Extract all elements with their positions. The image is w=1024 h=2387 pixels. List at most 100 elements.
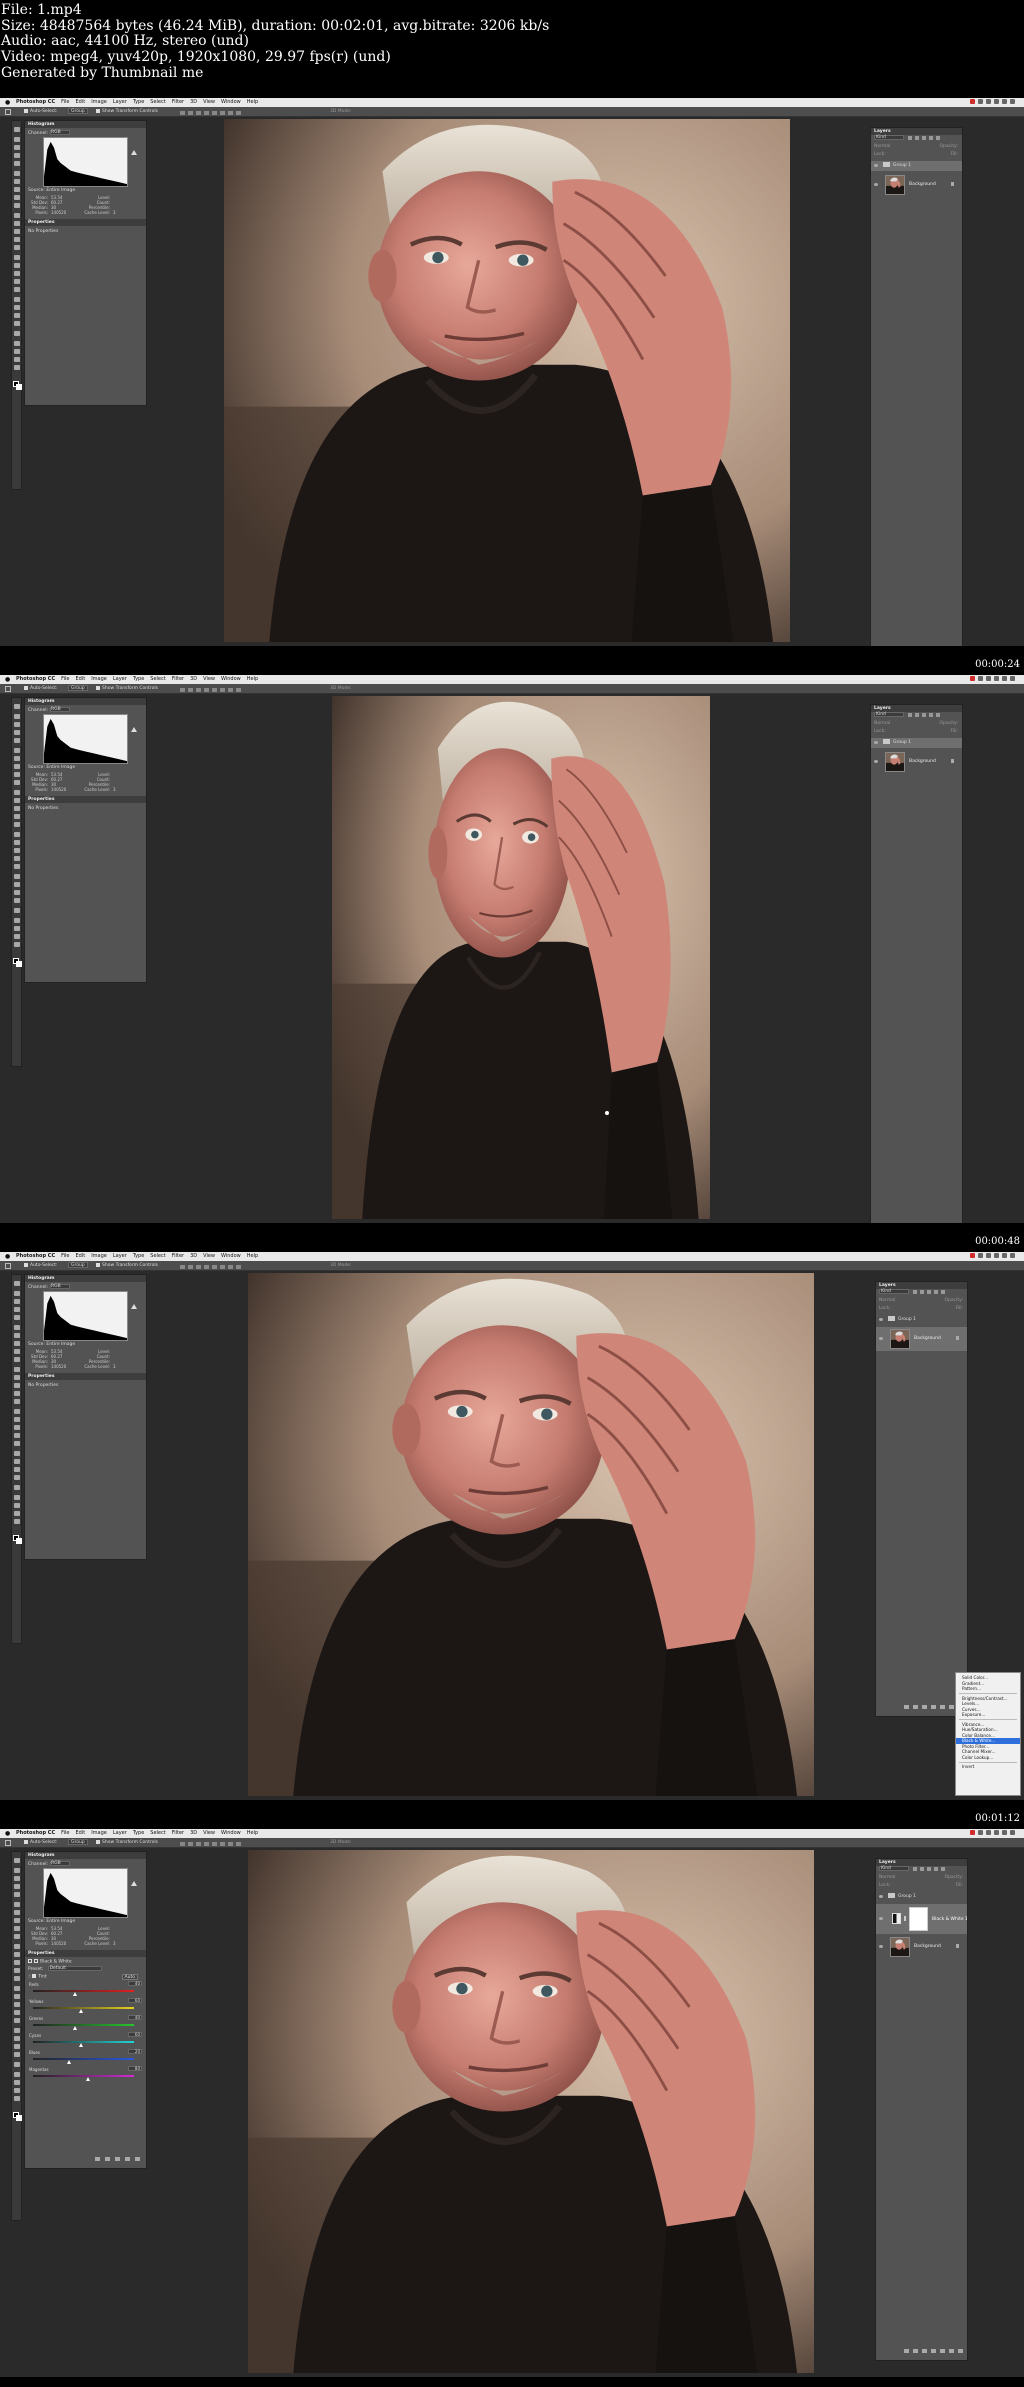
menu-layer[interactable]: Layer [113,99,127,105]
filter-pixel-icon[interactable] [908,712,913,717]
path-select-tool-icon[interactable] [14,1417,20,1422]
new-layer-icon[interactable] [949,1705,954,1709]
marquee-tool-icon[interactable] [14,1291,20,1296]
healing-tool-icon[interactable] [14,1910,20,1915]
align-bottom-icon[interactable] [196,688,201,692]
distribute-h-icon[interactable] [236,1265,241,1269]
crop-tool-icon[interactable] [14,1315,20,1320]
blend-mode-dropdown[interactable]: Normal [874,721,890,726]
align-bottom-icon[interactable] [196,1842,201,1846]
source-value[interactable]: Entire Image [46,188,75,193]
menu-view[interactable]: View [203,676,215,682]
properties-tab[interactable]: Properties [25,1373,146,1380]
tray-menu-icon[interactable] [1010,676,1015,681]
hand-tool-icon[interactable] [14,279,20,284]
layer-name[interactable]: Background [909,759,936,764]
tray-record-icon[interactable] [970,1830,975,1835]
filter-pixel-icon[interactable] [908,135,913,140]
brush-tool-icon[interactable] [14,1918,20,1923]
tray-wifi-icon[interactable] [978,99,983,104]
quick-select-tool-icon[interactable] [14,730,20,735]
tray-spotlight-icon[interactable] [1002,1830,1007,1835]
align-middle-icon[interactable] [188,688,193,692]
filter-type-icon[interactable] [922,135,927,140]
extra4-tool-icon[interactable] [14,942,20,947]
eye-icon[interactable] [874,183,878,186]
layer-row-group[interactable]: Group 1 [871,161,962,171]
properties-tab[interactable]: Properties [25,796,146,803]
auto-button[interactable]: Auto [121,1974,138,1980]
trash-icon[interactable] [135,2157,140,2161]
new-adjustment-icon[interactable] [931,2349,936,2353]
edit-toolbar-tool-icon[interactable] [14,874,20,879]
note-tool-icon[interactable] [14,321,20,326]
adjustment-menu-item[interactable]: Exposure... [956,1712,1020,1718]
filter-pixel-icon[interactable] [913,1866,918,1871]
move-tool-icon[interactable] [14,704,20,709]
menu-select[interactable]: Select [150,1830,165,1836]
menu-help[interactable]: Help [247,1253,258,1259]
menu-view[interactable]: View [203,1253,215,1259]
extra1-tool-icon[interactable] [14,1495,20,1500]
apple-icon[interactable]: ● [5,98,10,107]
healing-tool-icon[interactable] [14,756,20,761]
group-name[interactable]: Group 1 [893,740,911,745]
filter-shape-icon[interactable] [929,135,934,140]
layer-name[interactable]: Background [914,1336,941,1341]
gradient-tool-icon[interactable] [14,1375,20,1380]
note-tool-icon[interactable] [14,2052,20,2057]
filter-smart-icon[interactable] [941,1289,946,1294]
slider-track[interactable] [33,2007,134,2009]
distribute-h-icon[interactable] [236,688,241,692]
group-name[interactable]: Group 1 [893,163,911,168]
menu-edit[interactable]: Edit [76,99,86,105]
eraser-tool-icon[interactable] [14,213,20,218]
tray-record-icon[interactable] [970,676,975,681]
extra4-tool-icon[interactable] [14,1519,20,1524]
menu-file[interactable]: File [61,99,69,105]
align-center-icon[interactable] [212,1842,217,1846]
layer-row-group[interactable]: Group 1 [876,1892,967,1902]
layer-name[interactable]: Background [909,182,936,187]
tray-spotlight-icon[interactable] [1002,1253,1007,1258]
distribute-icon[interactable] [228,1842,233,1846]
pen-tool-icon[interactable] [14,822,20,827]
crop-tool-icon[interactable] [14,738,20,743]
add-mask-icon[interactable] [922,1705,927,1709]
count-tool-icon[interactable] [14,2062,20,2067]
dodge-tool-icon[interactable] [14,1391,20,1396]
targeted-adjust-hand-icon[interactable]: ☝ [28,1975,31,1980]
visibility-icon[interactable] [125,2157,130,2161]
align-center-icon[interactable] [212,1265,217,1269]
apple-icon[interactable]: ● [5,1829,10,1838]
slider-value-field[interactable]: 20 [128,2049,142,2054]
menu-view[interactable]: View [203,99,215,105]
slider-thumb[interactable] [85,2077,90,2081]
eye-icon[interactable] [879,1895,883,1898]
type-tool-icon[interactable] [14,832,20,837]
adjustment-menu-item[interactable]: Pattern... [956,1686,1020,1692]
menu-file[interactable]: File [61,1830,69,1836]
preset-dropdown[interactable]: Default [47,1966,102,1971]
properties-tab[interactable]: Properties [25,219,146,226]
cache-warning-icon[interactable] [131,727,137,732]
auto-select-checkbox[interactable] [24,1839,28,1844]
layer-name[interactable]: Background [914,1944,941,1949]
move-tool-icon[interactable] [14,127,20,132]
align-left-icon[interactable] [204,1842,209,1846]
new-group-icon[interactable] [940,2349,945,2353]
healing-tool-icon[interactable] [14,179,20,184]
tray-battery-icon[interactable] [986,1830,991,1835]
extra2-tool-icon[interactable] [14,349,20,354]
frame-tool-icon[interactable] [14,2044,20,2049]
menu-filter[interactable]: Filter [172,99,184,105]
lasso-tool-icon[interactable] [14,1876,20,1881]
document-canvas[interactable] [248,1850,814,2373]
extra3-tool-icon[interactable] [14,357,20,362]
distribute-icon[interactable] [228,111,233,115]
slider-track[interactable] [33,2075,134,2077]
lasso-tool-icon[interactable] [14,1299,20,1304]
apple-icon[interactable]: ● [5,1252,10,1261]
layer-row-black-white[interactable]: Black & White 1 [876,1904,967,1934]
background-color-swatch[interactable] [16,384,22,390]
